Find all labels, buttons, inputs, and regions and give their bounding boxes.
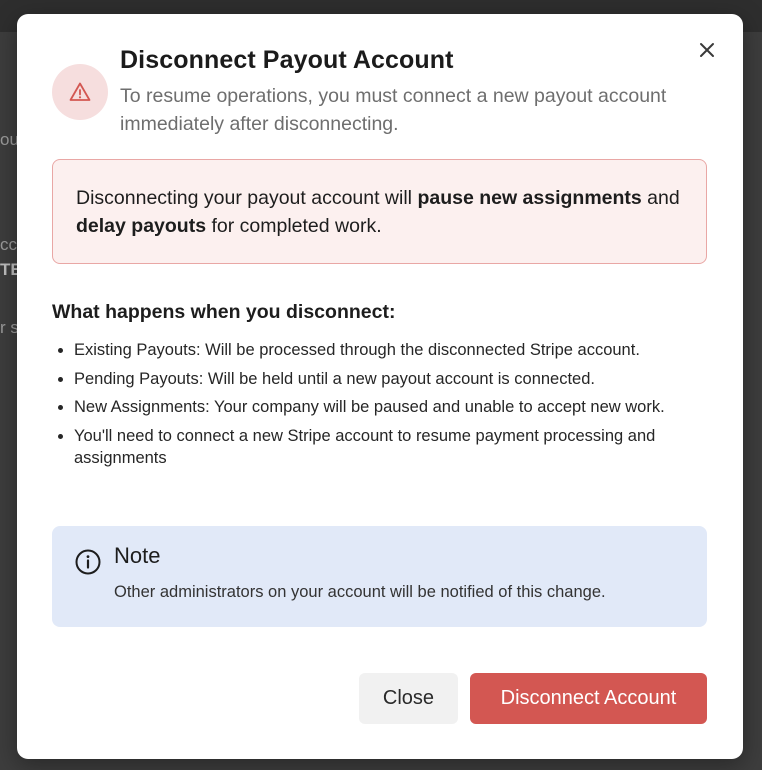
list-item: New Assignments: Your company will be pa… — [52, 396, 712, 419]
alert-emphasis-pause: pause new assignments — [417, 187, 642, 209]
close-button[interactable]: Close — [359, 673, 458, 724]
alert-text-middle: and — [641, 187, 680, 209]
dialog-title: Disconnect Payout Account — [120, 46, 454, 74]
alert-text-prefix: Disconnecting your payout account will — [76, 187, 418, 209]
alert-text-suffix: for completed work. — [206, 215, 382, 237]
close-icon[interactable] — [695, 38, 719, 62]
note-callout: Note Other administrators on your accoun… — [52, 526, 707, 627]
warning-triangle-icon — [69, 82, 91, 101]
background-text-fragment: cc — [0, 235, 17, 254]
dialog-subtitle: To resume operations, you must connect a… — [120, 85, 667, 135]
disconnect-account-button[interactable]: Disconnect Account — [470, 673, 707, 724]
note-title: Note — [114, 543, 161, 568]
note-text: Other administrators on your account wil… — [114, 583, 606, 601]
consequences-list: Existing Payouts: Will be processed thro… — [52, 339, 712, 476]
list-item: Pending Payouts: Will be held until a ne… — [52, 368, 712, 391]
warning-badge — [52, 64, 108, 120]
info-icon — [75, 549, 101, 575]
list-item: Existing Payouts: Will be processed thro… — [52, 339, 712, 362]
disconnect-payout-dialog: Disconnect Payout Account To resume oper… — [17, 14, 743, 759]
warning-alert: Disconnecting your payout account will p… — [52, 159, 707, 264]
alert-emphasis-delay: delay payouts — [76, 215, 207, 237]
consequences-heading: What happens when you disconnect: — [52, 301, 396, 323]
list-item: You'll need to connect a new Stripe acco… — [52, 425, 712, 470]
